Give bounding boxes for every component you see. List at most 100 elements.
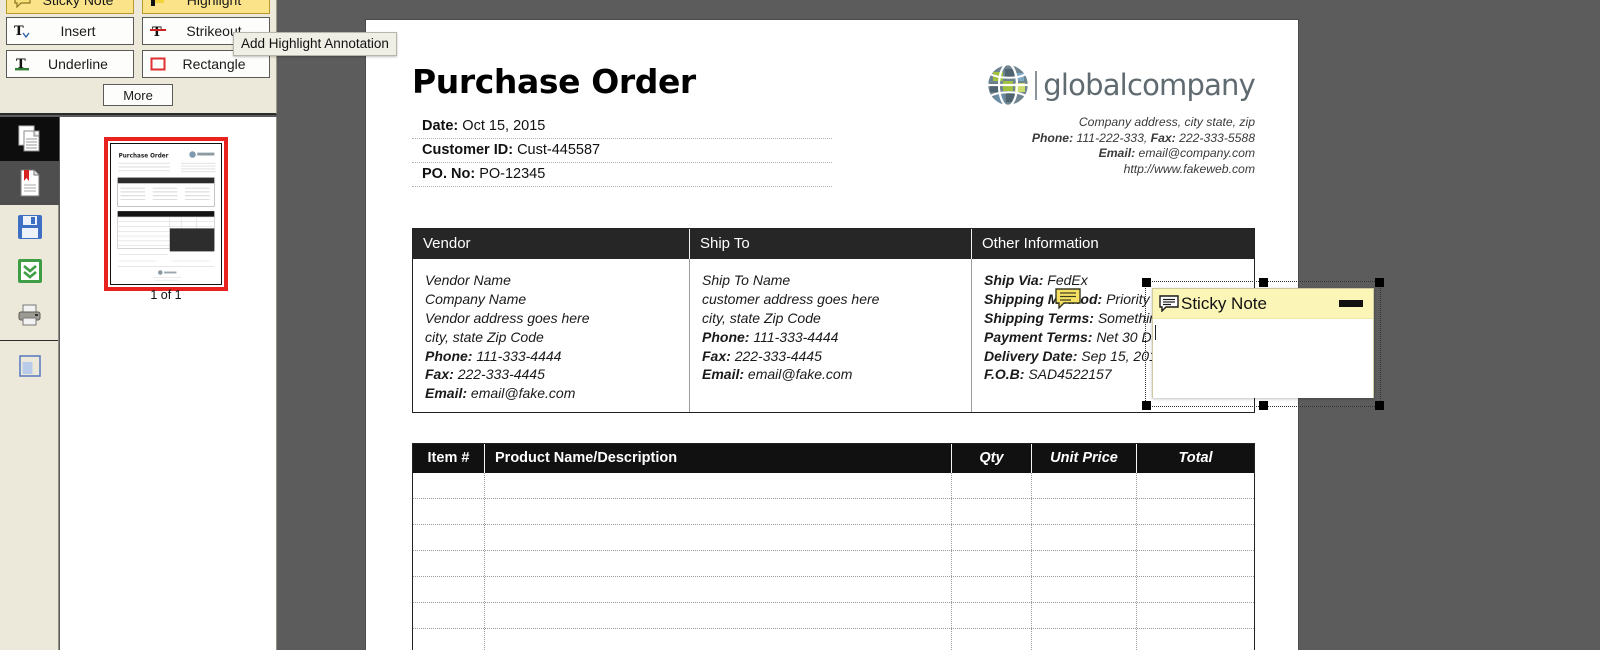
insert-button[interactable]: T Insert (6, 17, 134, 45)
strikeout-icon: T (143, 23, 173, 39)
company-contact: Company address, city state, zip Phone: … (885, 115, 1255, 177)
table-row (413, 603, 1254, 629)
meta-po-no-value: PO-12345 (479, 166, 546, 182)
resize-handle-top-left[interactable] (1142, 278, 1151, 287)
company-website: http://www.fakeweb.com (1123, 161, 1255, 176)
info-header-ship-to: Ship To (690, 229, 972, 259)
vendor-line-1: Vendor Name (425, 272, 511, 288)
delivery-date-label: Delivery Date: (984, 347, 1078, 364)
items-header-unit-price: Unit Price (1032, 444, 1137, 473)
meta-date: Date: Oct 15, 2015 (412, 115, 832, 139)
sticky-note-title: Sticky Note (1181, 293, 1267, 313)
highlight-label: Highlight (186, 0, 242, 8)
ship-to-line-2: customer address goes here (702, 290, 880, 307)
vendor-fax-value: 222-333-4445 (457, 366, 545, 383)
rail-item-bookmarks[interactable] (0, 161, 59, 205)
annotation-toolbar: Sticky Note Highlight T Insert T Strikeo… (0, 0, 277, 115)
ship-to-email-label: Email: (702, 366, 745, 383)
resize-handle-top-right[interactable] (1375, 278, 1384, 287)
items-table-header: Item # Product Name/Description Qty Unit… (413, 444, 1254, 473)
rail-item-print[interactable] (0, 293, 59, 337)
meta-customer-id-label: Customer ID: (422, 142, 514, 158)
company-email-label: Email: (1098, 146, 1136, 161)
more-button[interactable]: More (103, 84, 173, 106)
vendor-fax-label: Fax: (425, 366, 454, 383)
sticky-note-text-area[interactable] (1153, 319, 1373, 398)
resize-handle-top-middle[interactable] (1259, 278, 1268, 287)
rectangle-label: Rectangle (182, 56, 246, 72)
info-table-body: Vendor Name Company Name Vendor address … (413, 259, 1254, 412)
svg-text:T: T (14, 24, 24, 39)
page-thumbnail-1[interactable]: Purchase Order (104, 137, 228, 291)
ship-via-value: FedEx (1047, 272, 1088, 288)
company-phone-fax: Phone: 111-222-333, Fax: 222-333-5588 (885, 131, 1255, 147)
underline-button[interactable]: T Underline (6, 50, 134, 78)
table-row (413, 577, 1254, 603)
insert-text-icon: T (7, 23, 37, 39)
svg-text:Purchase Order: Purchase Order (119, 153, 169, 159)
ship-to-line-1: Ship To Name (702, 272, 791, 288)
save-icon (17, 214, 43, 240)
company-email-value: email@company.com (1138, 146, 1255, 161)
meta-date-label: Date: (422, 118, 459, 134)
table-row (413, 499, 1254, 525)
underline-label: Underline (48, 56, 108, 72)
thumbnail-panel[interactable]: Purchase Order 1 of 1 (60, 117, 277, 650)
items-table: Item # Product Name/Description Qty Unit… (412, 443, 1255, 650)
table-row (413, 551, 1254, 577)
items-header-total: Total (1178, 450, 1213, 466)
sticky-note-icon (7, 0, 37, 8)
info-table: Vendor Ship To Other Information Vendor … (412, 228, 1255, 413)
resize-handle-bottom-left[interactable] (1142, 401, 1151, 410)
payment-terms-label: Payment Terms: (984, 328, 1093, 345)
highlight-button[interactable]: Highlight (142, 0, 270, 14)
download-icon (17, 258, 43, 284)
ship-to-phone-value: 111-333-4444 (753, 328, 839, 345)
ship-to-fax-label: Fax: (702, 347, 731, 364)
ship-to-fax: Fax: 222-333-4445 (702, 347, 959, 366)
vendor-phone-label: Phone: (425, 347, 473, 364)
resize-handle-bottom-right[interactable] (1375, 401, 1384, 410)
ship-to-phone-label: Phone: (702, 328, 750, 345)
info-header-vendor: Vendor (413, 229, 690, 259)
minimize-button[interactable] (1339, 300, 1363, 307)
ship-to-phone: Phone: 111-333-4444 (702, 328, 959, 347)
vendor-email-value: email@fake.com (470, 385, 576, 402)
pages-icon (17, 125, 43, 153)
rail-item-download[interactable] (0, 249, 59, 293)
meta-customer-id: Customer ID: Cust-445587 (412, 139, 832, 163)
company-fax-label: Fax: (1150, 130, 1176, 145)
sticky-note-titlebar[interactable]: Sticky Note (1153, 289, 1373, 319)
rail-item-save[interactable] (0, 205, 59, 249)
note-icon (1159, 295, 1179, 312)
rail-item-layers[interactable] (0, 344, 59, 388)
vendor-fax: Fax: 222-333-4445 (425, 365, 677, 384)
vendor-line-4: city, state Zip Code (425, 328, 544, 345)
page-thumbnail-preview: Purchase Order (110, 143, 222, 285)
table-row (413, 473, 1254, 499)
meta-customer-id-value: Cust-445587 (517, 142, 601, 158)
company-phone-label: Phone: (1031, 130, 1074, 145)
meta-po-no: PO. No: PO-12345 (412, 163, 832, 187)
sticky-note-label: Sticky Note (42, 0, 114, 8)
svg-text:T: T (152, 25, 162, 39)
insert-label: Insert (60, 23, 96, 39)
sticky-note-popup[interactable]: Sticky Note (1152, 288, 1374, 398)
shipping-terms-label: Shipping Terms: (984, 309, 1094, 326)
rail-item-pages[interactable] (0, 117, 59, 161)
info-header-other: Other Information (982, 235, 1099, 252)
sticky-note-annotation-marker[interactable] (1055, 288, 1081, 309)
company-address: Company address, city state, zip (1078, 115, 1255, 129)
ship-via-label: Ship Via: (984, 272, 1044, 288)
items-header-qty: Qty (952, 444, 1032, 473)
left-icon-rail (0, 117, 59, 650)
tooltip-add-highlight-annotation: Add Highlight Annotation (233, 32, 397, 56)
resize-handle-bottom-middle[interactable] (1259, 401, 1268, 410)
vendor-phone: Phone: 111-333-4444 (425, 347, 677, 366)
ship-to-fax-value: 222-333-4445 (734, 347, 822, 364)
sticky-note-button[interactable]: Sticky Note (6, 0, 134, 14)
company-branding: globalcompany Company address, city stat… (885, 62, 1256, 177)
text-caret (1155, 325, 1156, 340)
document-header: Purchase Order Date: Oct 15, 2015 Custom… (412, 62, 1256, 187)
rail-divider (0, 340, 58, 341)
